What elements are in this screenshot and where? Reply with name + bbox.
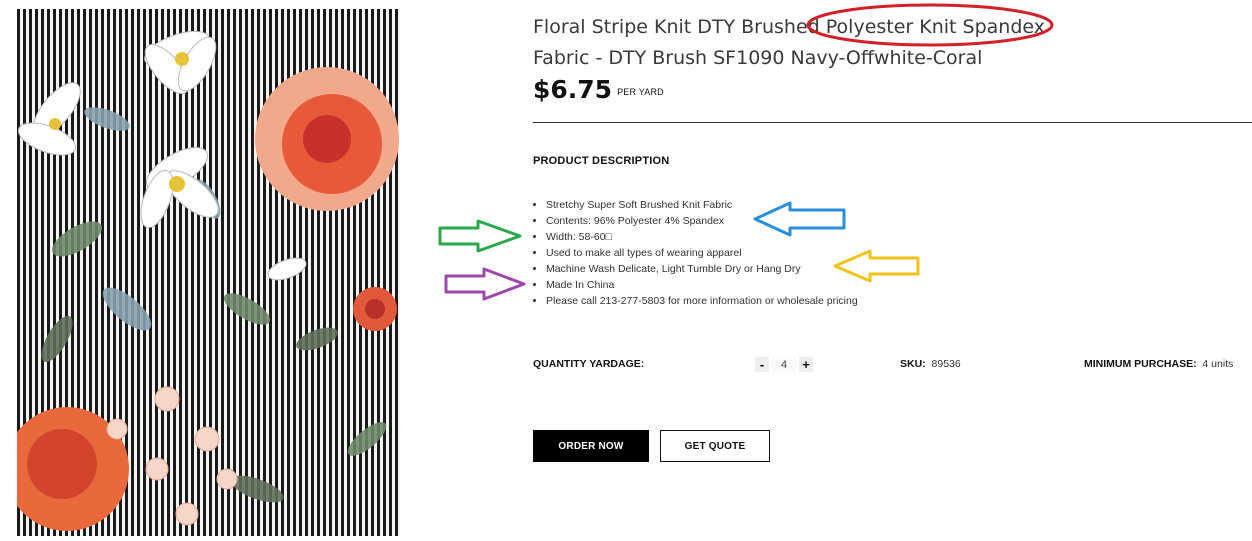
- quantity-label: QUANTITY YARDAGE:: [533, 358, 645, 370]
- product-title: Floral Stripe Knit DTY Brushed Polyester…: [533, 12, 1093, 74]
- minimum-purchase-value: 4 units: [1202, 358, 1234, 370]
- description-item: Please call 213-277-5803 for more inform…: [546, 293, 858, 309]
- description-item: Stretchy Super Soft Brushed Knit Fabric: [546, 197, 858, 213]
- description-item: Machine Wash Delicate, Light Tumble Dry …: [546, 261, 858, 277]
- sku-value: 89536: [931, 358, 961, 370]
- sku: SKU: 89536: [900, 358, 961, 370]
- description-item: Made In China: [546, 277, 858, 293]
- increment-button[interactable]: +: [799, 357, 813, 372]
- description-item: Contents: 96% Polyester 4% Spandex: [546, 213, 858, 229]
- price-unit: PER YARD: [617, 87, 664, 97]
- quantity-stepper: - +: [755, 357, 813, 372]
- product-price: $6.75: [533, 75, 613, 104]
- description-item: Used to make all types of wearing appare…: [546, 245, 858, 261]
- product-title-line-1: Floral Stripe Knit DTY Brushed Polyester…: [533, 16, 1046, 38]
- product-title-line-2: Fabric - DTY Brush SF1090 Navy-Offwhite-…: [533, 47, 983, 69]
- product-image[interactable]: [17, 9, 400, 536]
- description-heading: PRODUCT DESCRIPTION: [533, 155, 670, 167]
- minimum-purchase-label: MINIMUM PURCHASE:: [1084, 358, 1197, 370]
- minimum-purchase: MINIMUM PURCHASE: 4 units: [1084, 358, 1233, 370]
- price-row: $6.75 PER YARD: [533, 74, 664, 106]
- decrement-button[interactable]: -: [755, 357, 769, 372]
- description-list: Stretchy Super Soft Brushed Knit Fabric …: [533, 197, 858, 309]
- get-quote-button[interactable]: GET QUOTE: [660, 430, 770, 462]
- order-now-button[interactable]: ORDER NOW: [533, 430, 649, 462]
- sku-label: SKU:: [900, 358, 926, 370]
- green-arrow-icon: [438, 219, 522, 253]
- divider: [533, 122, 1252, 123]
- purple-arrow-icon: [444, 267, 526, 301]
- description-item: Width: 58-60□: [546, 229, 858, 245]
- quantity-input[interactable]: [771, 357, 797, 372]
